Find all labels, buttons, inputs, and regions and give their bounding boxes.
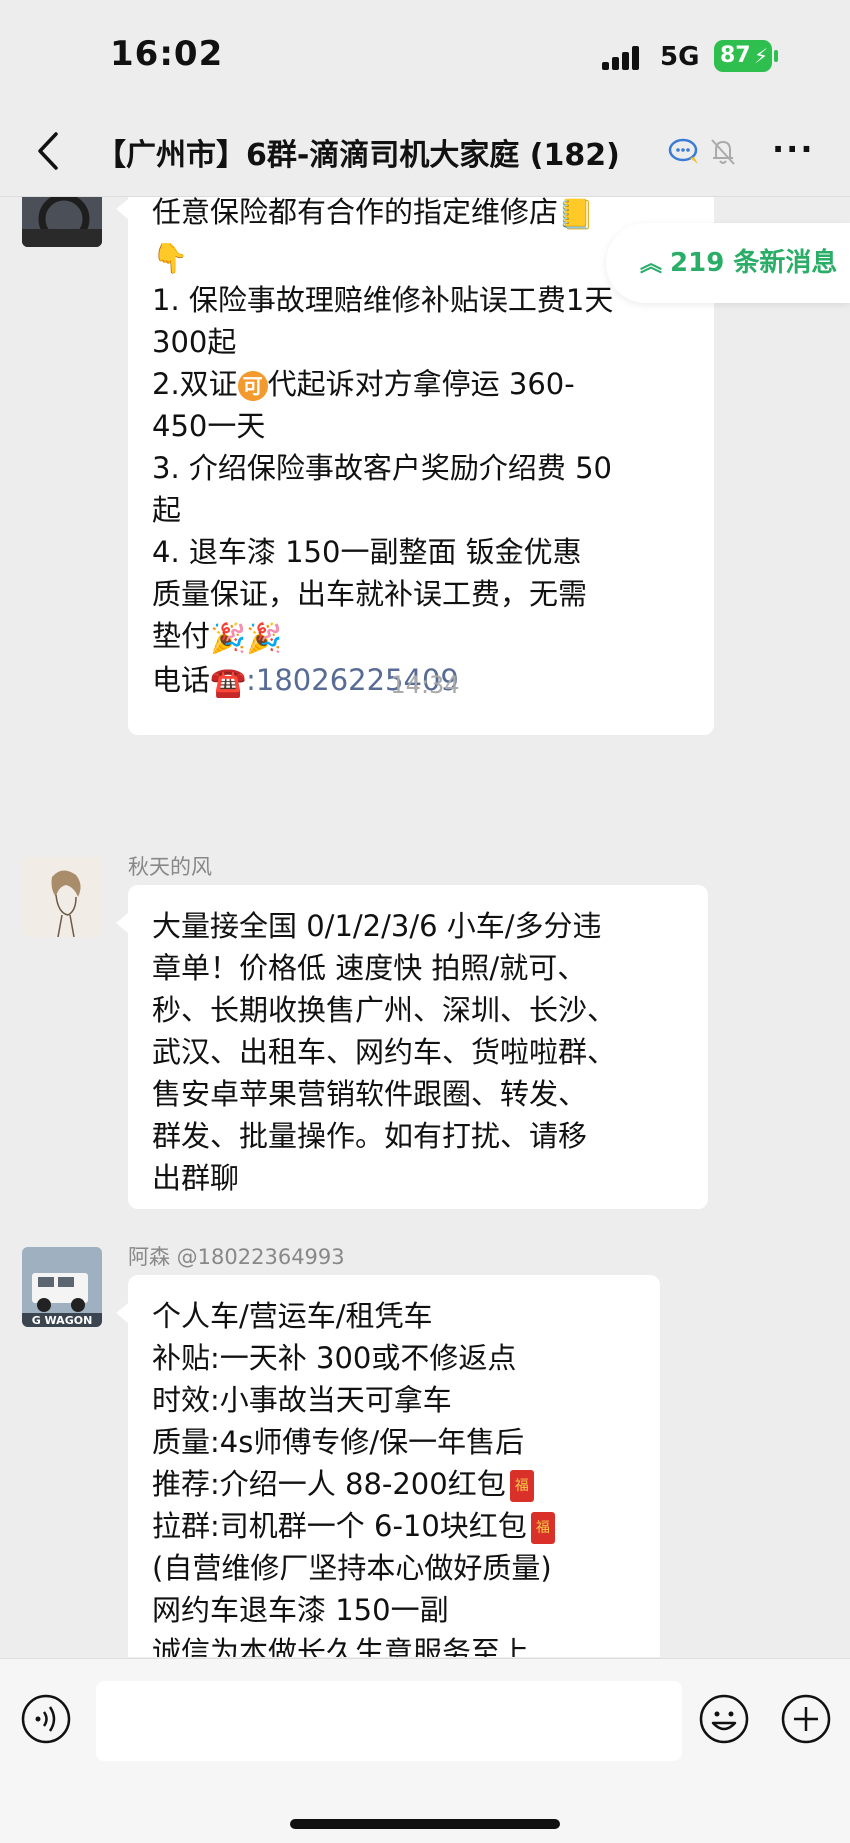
message-text: 推荐:介绍一人 88-200红包 (152, 1467, 506, 1501)
message-text: 大量接全国 0/1/2/3/6 小车/多分违 (152, 909, 602, 943)
sender-name: 秋天的风 (128, 855, 212, 879)
message-text: 质量保证，出车就补误工费，无需 (152, 577, 588, 611)
network-type: 5G (660, 42, 700, 72)
input-bar (0, 1658, 850, 1843)
message-text: 起 (152, 493, 182, 527)
message-text: 300起 (152, 325, 237, 359)
add-attachment-icon[interactable] (780, 1693, 832, 1745)
message-timestamp: 14:34 (390, 671, 460, 699)
message-text: (自营维修厂坚持本心做好质量) (152, 1551, 552, 1585)
battery-level: 87 (720, 43, 751, 68)
message-text: 拉群:司机群一个 6-10块红包 (152, 1509, 527, 1543)
message-text: 1. 保险事故理赔维修补贴误工费1天 (152, 283, 614, 317)
message-bubble[interactable]: 个人车/营运车/租凭车 补贴:一天补 300或不修返点 时效:小事故当天可拿车 … (116, 1275, 660, 1657)
message-input[interactable] (96, 1681, 682, 1761)
badge-emoji-icon: 可 (237, 371, 268, 401)
chevron-left-icon[interactable] (28, 126, 68, 176)
red-packet-emoji-icon: 福 (530, 1512, 555, 1544)
message-text: 质量:4s师傅专修/保一年售后 (152, 1425, 525, 1459)
message-text: 出群聊 (152, 1161, 240, 1195)
message-text: 个人车/营运车/租凭车 (152, 1299, 433, 1333)
message-text: 任意保险都有合作的指定维修店 (152, 197, 559, 229)
battery-cap (774, 50, 778, 62)
message-text: 时效:小事故当天可拿车 (152, 1383, 452, 1417)
status-time: 16:02 (110, 34, 224, 74)
message-text: 4. 退车漆 150一副整面 钣金优惠 (152, 535, 582, 569)
message-text: 网约车退车漆 150一副 (152, 1593, 449, 1627)
charging-bolt-icon: ⚡ (753, 44, 768, 68)
message-text: 武汉、出租车、网约车、货啦啦群、 (152, 1035, 617, 1069)
avatar[interactable] (22, 197, 102, 247)
message-text: 章单！价格低 速度快 拍照/就可、 (152, 951, 587, 985)
voice-input-icon[interactable] (20, 1693, 72, 1745)
message-text: 代起诉对方拿停运 360- (267, 367, 575, 401)
home-indicator (290, 1819, 560, 1829)
message-text: 垫付 (152, 619, 211, 653)
avatar[interactable] (22, 857, 102, 937)
chat-header: 【广州市】6群-滴滴司机大家庭 (182) ··· (0, 110, 850, 197)
message-bubble[interactable]: 大量接全国 0/1/2/3/6 小车/多分违 章单！价格低 速度快 拍照/就可、… (116, 885, 708, 1209)
mute-bell-icon (711, 139, 735, 165)
message-text: 450一天 (152, 409, 266, 443)
status-bar: 16:02 5G 87 ⚡ (0, 0, 850, 110)
more-options-button[interactable]: ··· (772, 130, 814, 168)
chat-messages[interactable]: 任意保险都有合作的指定维修店📒 👇 1. 保险事故理赔维修补贴误工费1天 300… (0, 197, 850, 1657)
message-text: 秒、长期收换售广州、深圳、长沙、 (152, 993, 617, 1027)
signal-icon (602, 46, 650, 70)
red-packet-emoji-icon: 福 (509, 1470, 534, 1502)
party-popper-emoji-icon: 🎉🎉 (210, 621, 283, 655)
message-text: 售安卓苹果营销软件跟圈、转发、 (152, 1077, 588, 1111)
avatar[interactable]: G WAGON (22, 1247, 102, 1327)
point-down-emoji-icon: 👇 (152, 241, 189, 275)
car-interior-avatar-icon (22, 197, 102, 247)
new-messages-label: 219 条新消息 (670, 248, 838, 278)
message-text: 3. 介绍保险事故客户奖励介绍费 50 (152, 451, 613, 485)
sketch-portrait-avatar-icon (22, 857, 102, 937)
group-chat-icon (668, 138, 698, 164)
message-text: 诚信为本做长久生意服务至上 (152, 1635, 530, 1657)
double-chevron-up-icon: ︽ (640, 252, 663, 277)
message-text: 2.双证 (152, 367, 238, 401)
message-text: 群发、批量操作。如有打扰、请移 (152, 1119, 588, 1153)
avatar-caption: G WAGON (31, 1314, 93, 1327)
emoji-icon[interactable] (698, 1693, 750, 1745)
new-messages-button[interactable]: ︽ 219 条新消息 (606, 223, 850, 303)
chat-title[interactable]: 【广州市】6群-滴滴司机大家庭 (182) (96, 130, 620, 174)
sender-name: 阿森 @18022364993 (128, 1245, 345, 1269)
battery-indicator: 87 ⚡ (714, 40, 772, 72)
folder-emoji-icon: 📒 (558, 197, 595, 231)
message-text: 补贴:一天补 300或不修返点 (152, 1341, 517, 1375)
